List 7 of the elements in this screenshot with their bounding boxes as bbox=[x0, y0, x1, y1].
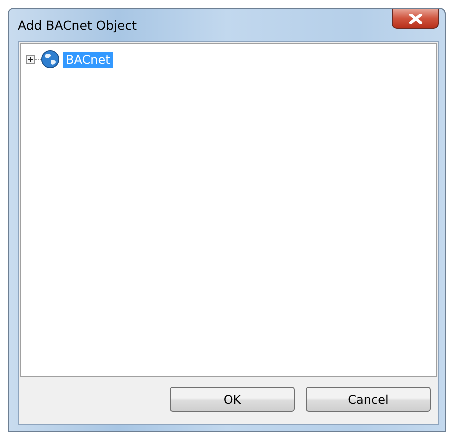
close-icon bbox=[408, 14, 422, 24]
dialog-button[interactable]: OK bbox=[170, 387, 295, 412]
globe-icon bbox=[41, 50, 60, 69]
expand-icon[interactable] bbox=[26, 55, 35, 64]
close-button[interactable] bbox=[392, 9, 439, 29]
window-title: Add BACnet Object bbox=[18, 18, 138, 32]
dialog-button[interactable]: Cancel bbox=[306, 387, 431, 412]
